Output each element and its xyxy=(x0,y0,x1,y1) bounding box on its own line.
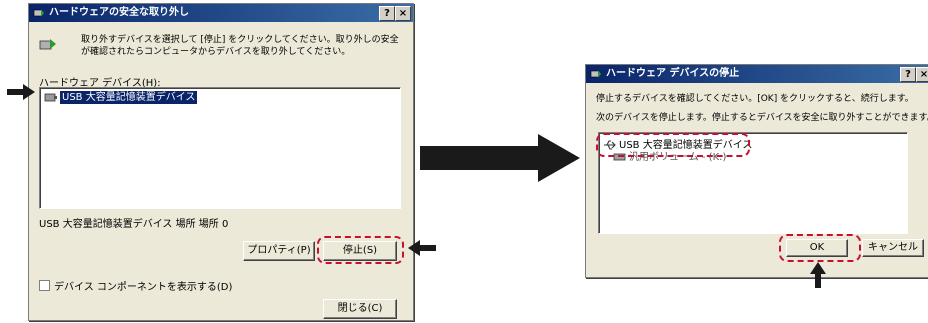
device-location-text: USB 大容量記憶装置デバイス 場所 場所 0 xyxy=(39,219,229,230)
pointer-arrow-icon xyxy=(7,84,35,100)
stop-hardware-dialog: ハードウェア デバイスの停止 ? × 停止するデバイスを確認してください。[OK… xyxy=(585,64,928,278)
pointer-arrow-icon xyxy=(408,240,436,256)
show-components-label: デバイス コンポーネントを表示する(D) xyxy=(54,282,233,293)
pointer-arrow-icon xyxy=(810,262,826,288)
device-highlight xyxy=(596,133,750,157)
help-button[interactable]: ? xyxy=(379,6,395,21)
cancel-button[interactable]: キャンセル xyxy=(862,239,924,257)
device-list[interactable]: USB 大容量記憶装置デバイス xyxy=(39,87,401,209)
safely-remove-icon xyxy=(33,9,44,17)
remove-hardware-dialog: ハードウェアの安全な取り外し ? × 取り外すデバイスを選択して [停止] をク… xyxy=(28,3,414,321)
instruction-text: 取り外すデバイスを選択して [停止] をクリックしてください。取り外しの安全が確… xyxy=(81,35,399,57)
properties-button[interactable]: プロパティ(P) xyxy=(243,241,315,261)
confirm-text-line2: 次のデバイスを停止します。停止するとデバイスを安全に取り外すことができます。 xyxy=(596,113,928,123)
help-button[interactable]: ? xyxy=(900,67,916,82)
close-title-button[interactable]: × xyxy=(916,67,928,82)
confirm-text-line1: 停止するデバイスを確認してください。[OK] をクリックすると、続行します。 xyxy=(596,94,914,104)
ok-button-highlight xyxy=(779,234,861,262)
safely-remove-icon xyxy=(590,70,601,78)
title-bar[interactable]: ハードウェアの安全な取り外し ? × xyxy=(29,4,413,22)
close-title-button[interactable]: × xyxy=(395,6,411,21)
stop-button-highlight xyxy=(317,236,404,264)
close-button[interactable]: 閉じる(C) xyxy=(323,299,397,319)
dialog-title: ハードウェア デバイスの停止 xyxy=(606,68,740,79)
dialog-title: ハードウェアの安全な取り外し xyxy=(49,7,189,18)
transition-arrow-icon xyxy=(420,134,580,182)
usb-drive-icon xyxy=(44,93,57,102)
show-components-checkbox[interactable] xyxy=(39,280,50,291)
hardware-icon xyxy=(39,39,56,50)
title-bar[interactable]: ハードウェア デバイスの停止 ? × xyxy=(586,65,928,83)
device-name: USB 大容量記憶装置デバイス xyxy=(60,91,198,104)
